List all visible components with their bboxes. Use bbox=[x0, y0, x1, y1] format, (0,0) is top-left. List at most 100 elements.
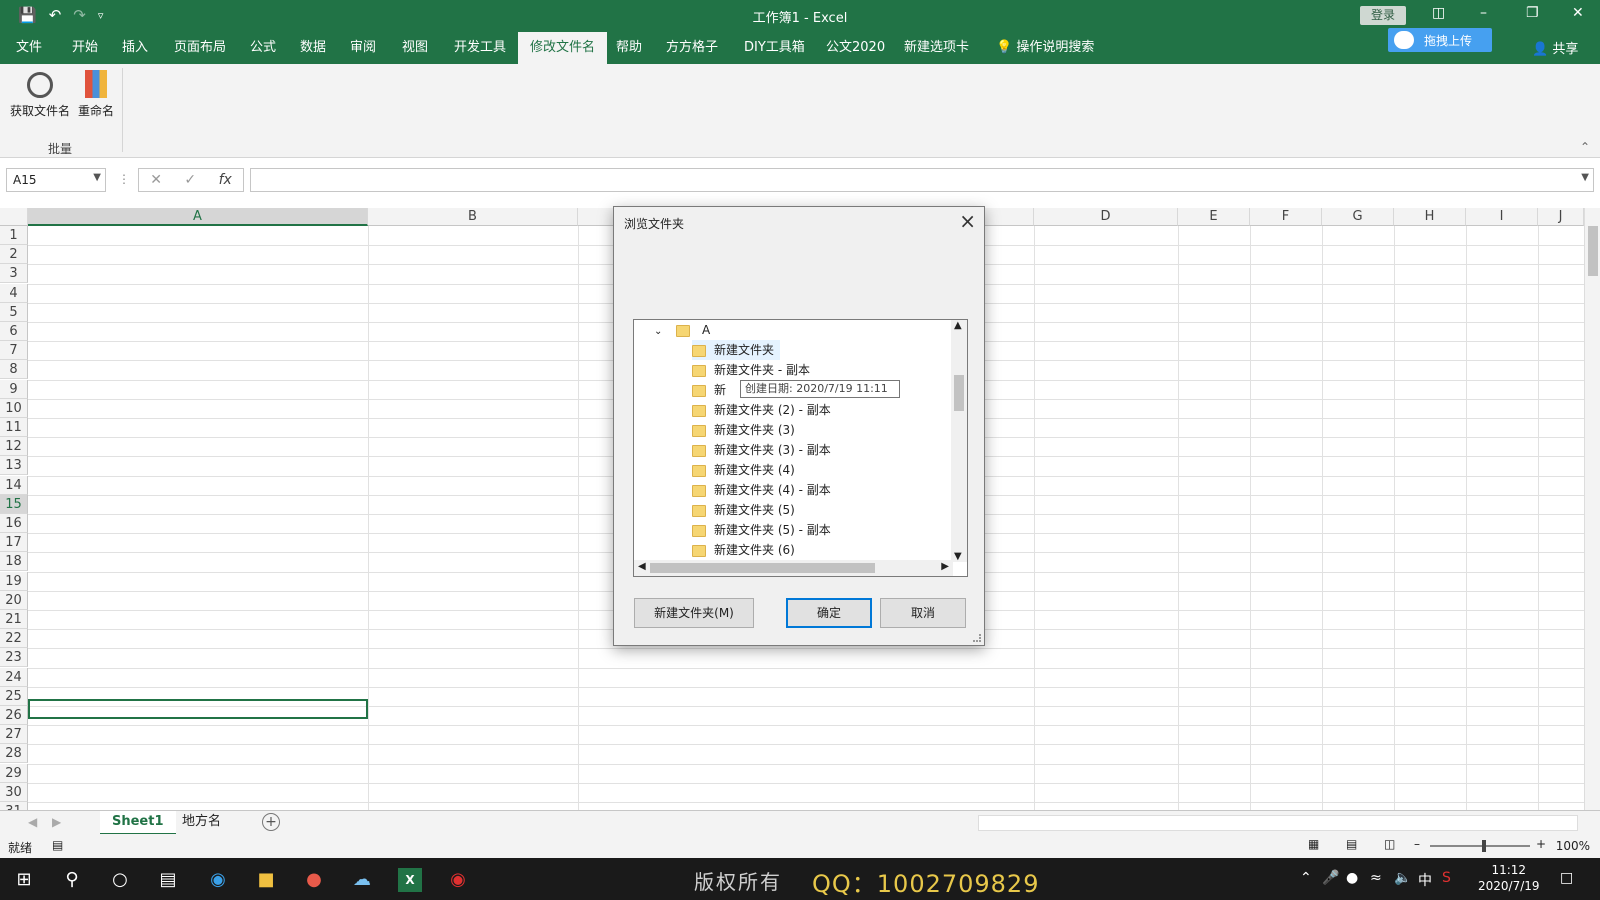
scroll-thumb[interactable] bbox=[650, 563, 875, 573]
column-header[interactable]: B bbox=[368, 208, 578, 226]
row-header[interactable]: 24 bbox=[0, 667, 28, 687]
windows-start-icon[interactable]: ⊞ bbox=[12, 868, 36, 892]
row-header[interactable]: 2 bbox=[0, 245, 28, 265]
column-header[interactable]: H bbox=[1394, 208, 1466, 226]
login-button[interactable]: 登录 bbox=[1360, 6, 1406, 25]
row-header[interactable]: 3 bbox=[0, 264, 28, 284]
scroll-up-icon[interactable]: ▲ bbox=[954, 320, 962, 331]
enter-icon[interactable]: ✓ bbox=[184, 172, 196, 188]
rename-button[interactable]: 重命名 bbox=[74, 70, 118, 119]
scroll-right-icon[interactable]: ▶ bbox=[941, 561, 949, 572]
zoom-in-icon[interactable]: + bbox=[1536, 837, 1546, 851]
file-explorer-icon[interactable]: ■ bbox=[254, 868, 278, 892]
baidu-netdisk-icon[interactable]: ☁ bbox=[350, 868, 374, 892]
row-header[interactable]: 17 bbox=[0, 533, 28, 553]
folder-item[interactable]: 新建文件夹 (5) - 副本 bbox=[692, 520, 837, 540]
insert-function-icon[interactable]: fx bbox=[219, 172, 232, 188]
network-icon[interactable]: ≈ bbox=[1370, 870, 1382, 886]
row-header[interactable]: 8 bbox=[0, 360, 28, 380]
ribbon-display-icon[interactable]: ◫ bbox=[1432, 5, 1445, 21]
row-header[interactable]: 19 bbox=[0, 571, 28, 591]
tab-review[interactable]: 审阅 bbox=[338, 32, 388, 64]
row-header[interactable]: 25 bbox=[0, 686, 28, 706]
row-header[interactable]: 30 bbox=[0, 782, 28, 802]
tab-developer[interactable]: 开发工具 bbox=[442, 32, 518, 64]
active-cell[interactable] bbox=[28, 699, 368, 719]
tab-help[interactable]: 帮助 bbox=[604, 32, 654, 64]
chevron-down-icon[interactable]: ⌄ bbox=[654, 326, 662, 337]
upload-button[interactable]: 拖拽上传 bbox=[1388, 28, 1492, 52]
collapse-ribbon-icon[interactable]: ⌃ bbox=[1580, 140, 1590, 154]
tree-vertical-scrollbar[interactable]: ▲ ▼ bbox=[951, 320, 967, 562]
minimize-icon[interactable]: – bbox=[1480, 5, 1487, 21]
name-box[interactable]: A15 ▼ bbox=[6, 168, 106, 192]
column-header[interactable]: G bbox=[1322, 208, 1394, 226]
chrome-icon[interactable]: ● bbox=[302, 868, 326, 892]
chevron-down-icon[interactable]: ▼ bbox=[93, 172, 101, 183]
folder-item[interactable]: 新建文件夹 bbox=[692, 340, 781, 360]
row-header[interactable]: 6 bbox=[0, 322, 28, 341]
prev-sheet-icon[interactable]: ◀ bbox=[28, 815, 37, 829]
tab-insert[interactable]: 插入 bbox=[110, 32, 160, 64]
scroll-thumb[interactable] bbox=[1588, 226, 1598, 276]
folder-item[interactable]: 新建文件夹 (2) - 副本 bbox=[692, 400, 837, 420]
row-header[interactable]: 7 bbox=[0, 341, 28, 361]
tab-page-layout[interactable]: 页面布局 bbox=[162, 32, 238, 64]
folder-item[interactable]: 新建文件夹 - 副本 bbox=[692, 360, 816, 380]
zoom-slider-knob[interactable] bbox=[1482, 840, 1486, 852]
row-header[interactable]: 22 bbox=[0, 629, 28, 649]
formula-input[interactable]: ▼ bbox=[250, 168, 1594, 192]
folder-item[interactable]: 新建文件夹 (4) - 副本 bbox=[692, 480, 837, 500]
normal-view-icon[interactable]: ▦ bbox=[1308, 837, 1319, 851]
next-sheet-icon[interactable]: ▶ bbox=[52, 815, 61, 829]
tell-me-search[interactable]: 💡 操作说明搜索 bbox=[984, 32, 1106, 64]
row-header[interactable]: 28 bbox=[0, 744, 28, 764]
tab-data[interactable]: 数据 bbox=[288, 32, 338, 64]
tray-expand-icon[interactable]: ⌃ bbox=[1300, 870, 1312, 886]
get-filenames-button[interactable]: 获取文件名 bbox=[10, 70, 70, 119]
tab-rename-files[interactable]: 修改文件名 bbox=[518, 32, 608, 64]
tab-view[interactable]: 视图 bbox=[390, 32, 440, 64]
folder-item[interactable]: 新建文件夹 (3) - 副本 bbox=[692, 440, 837, 460]
folder-item[interactable]: 新建文件夹 (5) bbox=[692, 500, 801, 520]
close-window-icon[interactable]: ✕ bbox=[1572, 5, 1584, 21]
sheet-tab[interactable]: 地方名 bbox=[170, 811, 233, 835]
resize-grip[interactable] bbox=[973, 634, 981, 642]
tab-gongwen2020[interactable]: 公文2020 bbox=[814, 32, 897, 64]
ok-button[interactable]: 确定 bbox=[786, 598, 872, 628]
column-header[interactable]: I bbox=[1466, 208, 1538, 226]
tab-diy-toolbox[interactable]: DIY工具箱 bbox=[732, 32, 817, 64]
share-button[interactable]: 👤 共享 bbox=[1532, 38, 1578, 57]
volume-icon[interactable]: 🔈 bbox=[1394, 870, 1411, 886]
row-header[interactable]: 16 bbox=[0, 514, 28, 533]
scroll-thumb[interactable] bbox=[954, 375, 964, 411]
restore-icon[interactable]: ❐ bbox=[1526, 5, 1539, 21]
row-header[interactable]: 12 bbox=[0, 437, 28, 457]
zoom-slider[interactable] bbox=[1430, 840, 1530, 852]
folder-item[interactable]: 新建文件夹 (6) bbox=[692, 540, 801, 560]
row-header[interactable]: 20 bbox=[0, 590, 28, 610]
edge-icon[interactable]: ◉ bbox=[206, 868, 230, 892]
row-header[interactable]: 11 bbox=[0, 418, 28, 437]
row-header[interactable]: 29 bbox=[0, 763, 28, 783]
sheet-tab[interactable]: Sheet1 bbox=[100, 811, 176, 835]
row-header[interactable]: 4 bbox=[0, 283, 28, 303]
record-icon[interactable]: ◉ bbox=[446, 868, 470, 892]
row-header[interactable]: 1 bbox=[0, 226, 28, 245]
add-sheet-icon[interactable]: + bbox=[262, 813, 280, 831]
page-break-view-icon[interactable]: ◫ bbox=[1384, 837, 1395, 851]
ime-indicator[interactable]: 中 bbox=[1418, 870, 1432, 890]
scroll-left-icon[interactable]: ◀ bbox=[638, 561, 646, 572]
column-header[interactable]: J bbox=[1538, 208, 1584, 226]
column-header[interactable]: D bbox=[1034, 208, 1178, 226]
tab-new-tab[interactable]: 新建选项卡 bbox=[892, 32, 981, 64]
row-header[interactable]: 18 bbox=[0, 552, 28, 572]
tree-root[interactable]: ⌄ A bbox=[654, 320, 710, 340]
row-header[interactable]: 10 bbox=[0, 398, 28, 418]
zoom-out-icon[interactable]: – bbox=[1414, 837, 1420, 851]
column-header[interactable]: E bbox=[1178, 208, 1250, 226]
horizontal-scrollbar[interactable] bbox=[978, 815, 1578, 831]
expand-formula-icon[interactable]: ▼ bbox=[1581, 172, 1589, 183]
excel-icon[interactable]: X bbox=[398, 868, 422, 892]
folder-tree[interactable]: ⌄ A 新建文件夹 新建文件夹 - 副本新新建文件夹 (2) - 副本 新建文件夹 … bbox=[633, 319, 968, 577]
